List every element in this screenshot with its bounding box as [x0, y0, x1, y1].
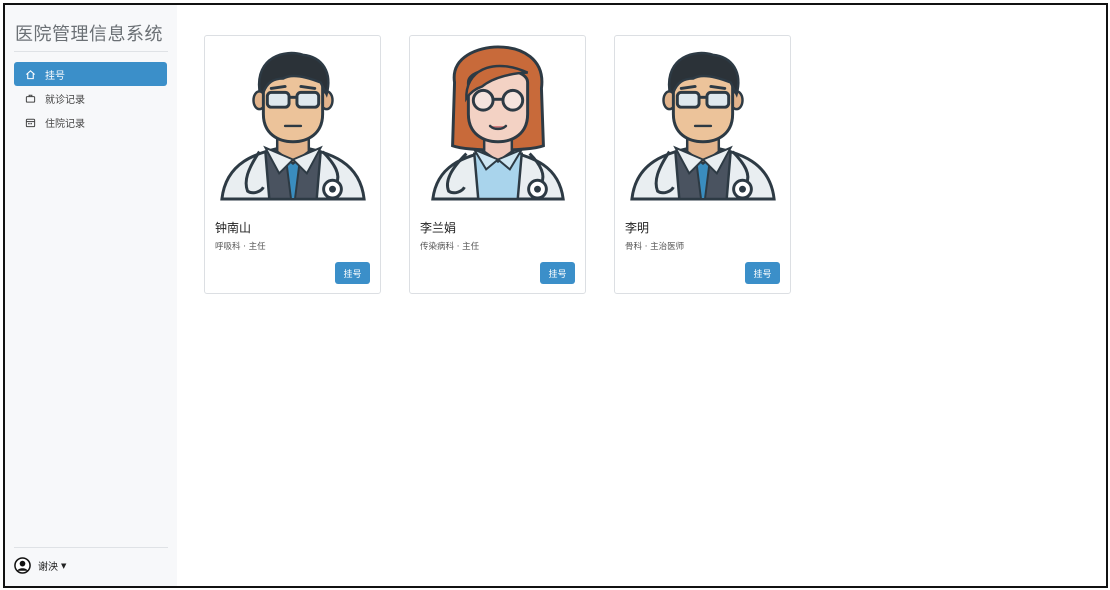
sidebar-item-visit-records[interactable]: 就诊记录 [14, 86, 167, 110]
divider [14, 51, 168, 52]
sidebar-nav: 挂号 就诊记录 住院记录 [14, 62, 167, 134]
male-doctor-avatar [214, 43, 372, 201]
doctor-card: 李兰娟 传染病科 · 主任 挂号 [409, 35, 586, 294]
doctor-title: 传染病科 · 主任 [420, 242, 480, 252]
sidebar-item-registration[interactable]: 挂号 [14, 62, 167, 86]
doctor-name: 钟南山 [215, 221, 252, 235]
divider [14, 547, 168, 548]
sidebar: 医院管理信息系统 挂号 就诊记录 住院记录 谢泱 ▼ [5, 5, 177, 586]
female-doctor-avatar [419, 43, 577, 201]
register-button[interactable]: 挂号 [745, 262, 780, 284]
user-name: 谢泱 [38, 562, 58, 573]
calendar-icon [25, 117, 36, 128]
briefcase-icon [25, 93, 36, 104]
app-window: 医院管理信息系统 挂号 就诊记录 住院记录 谢泱 ▼ 钟南山 呼吸科 · 主任 … [3, 3, 1108, 588]
main-content: 钟南山 呼吸科 · 主任 挂号 李兰娟 传染病科 · 主任 挂号 李明 骨科 ·… [177, 5, 1106, 586]
home-icon [25, 69, 36, 80]
app-title: 医院管理信息系统 [15, 24, 163, 45]
register-button[interactable]: 挂号 [540, 262, 575, 284]
doctor-card: 李明 骨科 · 主治医师 挂号 [614, 35, 791, 294]
user-avatar-icon [14, 557, 31, 574]
doctor-name: 李明 [625, 221, 650, 235]
register-button[interactable]: 挂号 [335, 262, 370, 284]
doctor-name: 李兰娟 [420, 221, 457, 235]
male-doctor-avatar [624, 43, 782, 201]
sidebar-item-label: 挂号 [45, 70, 65, 82]
sidebar-item-label: 住院记录 [45, 118, 85, 130]
doctor-title: 骨科 · 主治医师 [625, 242, 685, 252]
sidebar-item-label: 就诊记录 [45, 94, 85, 106]
user-menu[interactable]: 谢泱 ▼ [14, 557, 66, 574]
caret-down-icon: ▼ [61, 561, 67, 570]
doctor-card: 钟南山 呼吸科 · 主任 挂号 [204, 35, 381, 294]
sidebar-item-inpatient-records[interactable]: 住院记录 [14, 110, 167, 134]
doctor-title: 呼吸科 · 主任 [215, 242, 266, 252]
